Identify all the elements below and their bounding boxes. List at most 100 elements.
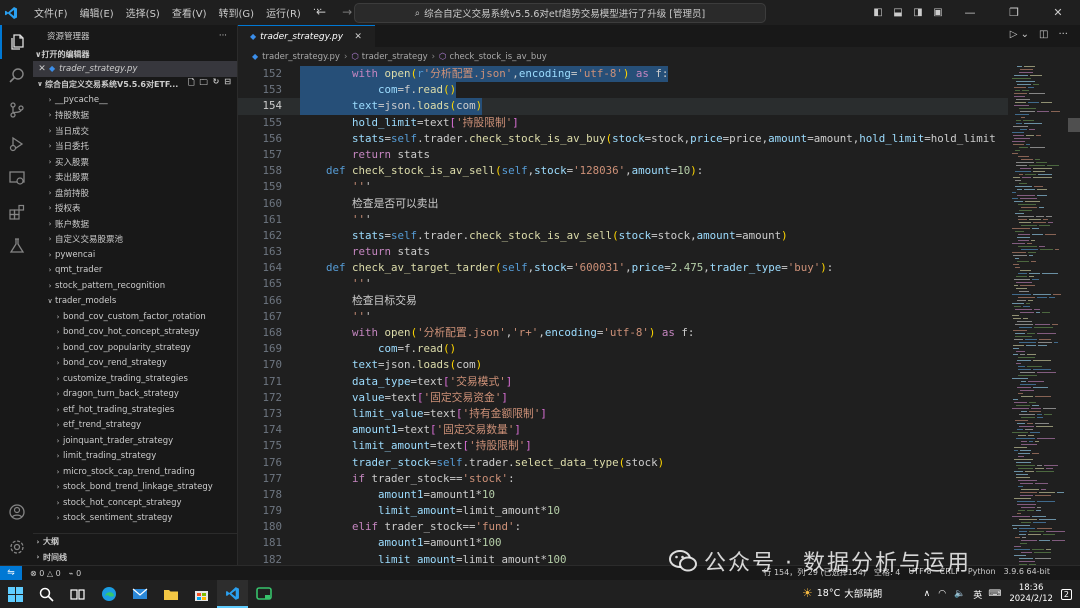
code-line[interactable]: 158 def check_stock_is_av_sell(self,stoc… xyxy=(238,163,1008,179)
new-file-icon[interactable]: 🗋 xyxy=(188,77,194,91)
file-explorer-icon[interactable] xyxy=(155,580,186,608)
remote-indicator-icon[interactable]: ⇋ xyxy=(0,566,22,580)
folder-item[interactable]: › stock_pattern_recognition xyxy=(33,278,237,294)
editor-scrollbar[interactable] xyxy=(1068,66,1080,565)
editor-more-actions-icon[interactable]: ··· xyxy=(1058,29,1068,40)
account-icon[interactable] xyxy=(0,495,33,529)
new-folder-icon[interactable]: 🗀 xyxy=(200,77,208,91)
testing-flask-icon[interactable] xyxy=(0,229,33,263)
taskbar-search-icon[interactable] xyxy=(31,580,62,608)
menu-selection[interactable]: 选择(S) xyxy=(120,5,166,20)
toggle-secondary-sidebar-icon[interactable]: ◨ xyxy=(908,7,928,18)
explorer-icon[interactable] xyxy=(0,25,33,59)
folder-item[interactable]: › 卖出股票 xyxy=(33,170,237,186)
timeline-section[interactable]: › 时间线 xyxy=(33,550,237,566)
code-line[interactable]: 156 stats=self.trader.check_stock_is_av_… xyxy=(238,131,1008,147)
code-editor[interactable]: 152 with open(r'分析配置.json',encoding='utf… xyxy=(238,66,1008,565)
code-line[interactable]: 165 ''' xyxy=(238,276,1008,292)
weather-widget[interactable]: ☀ 18°C 大部晴朗 xyxy=(802,586,882,600)
subfolder-item[interactable]: › etf_hot_trading_strategies xyxy=(33,402,237,418)
split-editor-icon[interactable]: ◫ xyxy=(1039,29,1048,40)
close-window-button[interactable]: ✕ xyxy=(1036,6,1080,19)
subfolder-item[interactable]: › bond_cov_popularity_strategy xyxy=(33,340,237,356)
run-debug-icon[interactable] xyxy=(0,127,33,161)
task-view-icon[interactable] xyxy=(62,580,93,608)
open-editor-item[interactable]: ✕ ◆ trader_strategy.py xyxy=(33,61,237,77)
code-line[interactable]: 160 检查是否可以卖出 xyxy=(238,196,1008,212)
status-language[interactable]: Python xyxy=(968,567,996,578)
show-hidden-icons-icon[interactable]: ∧ xyxy=(924,589,931,599)
code-line[interactable]: 166 检查目标交易 xyxy=(238,293,1008,309)
keyboard-icon[interactable]: ⌨ xyxy=(988,589,1001,599)
remote-explorer-icon[interactable] xyxy=(0,161,33,195)
code-line[interactable]: 171 data_type=text['交易模式'] xyxy=(238,374,1008,390)
code-line[interactable]: 173 limit_value=text['持有金额限制'] xyxy=(238,406,1008,422)
search-view-icon[interactable] xyxy=(0,59,33,93)
toggle-primary-sidebar-icon[interactable]: ◧ xyxy=(868,7,888,18)
folder-item[interactable]: › 账户数据 xyxy=(33,216,237,232)
code-line[interactable]: 167 ''' xyxy=(238,309,1008,325)
clock[interactable]: 18:36 2024/2/12 xyxy=(1009,583,1053,605)
extensions-icon[interactable] xyxy=(0,195,33,229)
edge-browser-icon[interactable] xyxy=(93,580,124,608)
customize-layout-icon[interactable]: ▣ xyxy=(928,7,948,18)
subfolder-item[interactable]: › stock_hot_concept_strategy xyxy=(33,495,237,511)
breadcrumb-file[interactable]: trader_strategy.py xyxy=(262,52,340,62)
source-control-icon[interactable] xyxy=(0,93,33,127)
minimap[interactable] xyxy=(1010,66,1068,565)
menu-run[interactable]: 运行(R) xyxy=(260,5,307,20)
subfolder-item[interactable]: › bond_cov_custom_factor_rotation xyxy=(33,309,237,325)
code-line[interactable]: 152 with open(r'分析配置.json',encoding='utf… xyxy=(238,66,1008,83)
folder-item[interactable]: › 盘前持股 xyxy=(33,185,237,201)
folder-item[interactable]: › 当日委托 xyxy=(33,139,237,155)
subfolder-item[interactable]: › bond_cov_rend_strategy xyxy=(33,356,237,372)
code-line[interactable]: 174 amount1=text['固定交易数量'] xyxy=(238,422,1008,438)
menu-go[interactable]: 转到(G) xyxy=(213,5,261,20)
mail-icon[interactable] xyxy=(124,580,155,608)
subfolder-item[interactable]: › bond_cov_hot_concept_strategy xyxy=(33,325,237,341)
collapse-all-icon[interactable]: ⊟ xyxy=(224,77,231,91)
menu-edit[interactable]: 编辑(E) xyxy=(74,5,120,20)
code-line[interactable]: 179 limit_amount=limit_amount*10 xyxy=(238,503,1008,519)
menu-view[interactable]: 查看(V) xyxy=(166,5,213,20)
subfolder-item[interactable]: › stock_sentiment_strategy xyxy=(33,511,237,527)
volume-icon[interactable]: 🔈 xyxy=(954,589,965,599)
terminal-app-icon[interactable] xyxy=(248,580,279,608)
explorer-more-actions-icon[interactable]: ··· xyxy=(219,31,227,41)
code-line[interactable]: 177 if trader_stock=='stock': xyxy=(238,471,1008,487)
minimize-button[interactable]: — xyxy=(948,6,992,19)
menu-file[interactable]: 文件(F) xyxy=(28,5,74,20)
code-line[interactable]: 162 stats=self.trader.check_stock_is_av_… xyxy=(238,228,1008,244)
tab-trader-strategy[interactable]: ◆ trader_strategy.py ✕ xyxy=(238,25,376,47)
vscode-taskbar-icon[interactable] xyxy=(217,580,248,608)
subfolder-item[interactable]: › micro_stock_cap_trend_trading xyxy=(33,464,237,480)
run-python-icon[interactable]: ▷ ⌄ xyxy=(1010,29,1029,40)
restore-button[interactable]: ❐ xyxy=(992,6,1036,19)
code-line[interactable]: 159 ''' xyxy=(238,179,1008,195)
project-root[interactable]: ∨ 综合自定义交易系统V5.5.6对ETF... 🗋 🗀 ↻ ⊟ xyxy=(33,77,237,93)
code-line[interactable]: 163 return stats xyxy=(238,244,1008,260)
breadcrumb-class[interactable]: trader_strategy xyxy=(362,52,428,62)
code-line[interactable]: 154 text=json.loads(com) xyxy=(238,98,1008,115)
status-ports[interactable]: ⌁ 0 xyxy=(69,569,81,578)
forward-arrow-icon[interactable]: → xyxy=(342,5,352,19)
subfolder-item[interactable]: › joinquant_trader_strategy xyxy=(33,433,237,449)
folder-item[interactable]: › qmt_trader xyxy=(33,263,237,279)
folder-item[interactable]: › 当日成交 xyxy=(33,123,237,139)
code-line[interactable]: 178 amount1=amount1*10 xyxy=(238,487,1008,503)
subfolder-item[interactable]: › dragon_turn_back_strategy xyxy=(33,387,237,403)
close-icon[interactable]: ✕ xyxy=(35,64,49,74)
code-line[interactable]: 172 value=text['固定交易资金'] xyxy=(238,390,1008,406)
manage-gear-icon[interactable] xyxy=(0,530,33,564)
code-line[interactable]: 164 def check_av_target_tarder(self,stoc… xyxy=(238,260,1008,276)
subfolder-item[interactable]: › limit_trading_strategy xyxy=(33,449,237,465)
folder-item[interactable]: › 授权表 xyxy=(33,201,237,217)
code-line[interactable]: 153 com=f.read() xyxy=(238,82,1008,99)
refresh-icon[interactable]: ↻ xyxy=(213,77,220,91)
notification-badge[interactable]: 2 xyxy=(1060,588,1072,600)
code-line[interactable]: 180 elif trader_stock=='fund': xyxy=(238,519,1008,535)
store-icon[interactable] xyxy=(186,580,217,608)
toggle-panel-icon[interactable]: ⬓ xyxy=(888,7,908,18)
open-editors-section[interactable]: ∨ 打开的编辑器 xyxy=(33,47,237,61)
code-line[interactable]: 176 trader_stock=self.trader.select_data… xyxy=(238,455,1008,471)
